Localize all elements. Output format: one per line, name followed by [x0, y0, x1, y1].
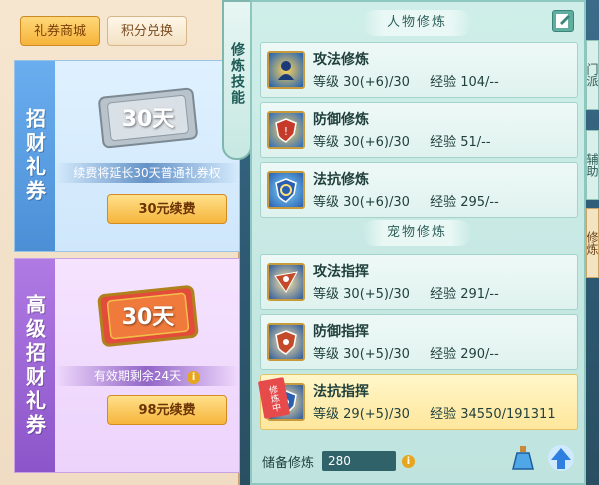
exp-label: 经验 — [430, 407, 457, 422]
skill-row-pet-attack[interactable]: 攻法指挥 等级 30(+5)/30 经验 291/-- — [260, 254, 578, 310]
reserve-info-icon[interactable]: i — [402, 454, 416, 468]
skill-stats: 等级 30(+6)/30 经验 104/-- — [313, 71, 499, 90]
level-value: 30(+5)/30 — [343, 347, 410, 362]
premium-coupon-card: 高级招财礼券 30天 有效期剩余24天 i 98元续费 — [14, 258, 240, 473]
premium-ticket-label: 30天 — [121, 305, 175, 330]
premium-card-note: 有效期剩余24天 i — [55, 366, 239, 386]
level-value: 29(+5)/30 — [343, 407, 410, 422]
gold-ticket-icon: 30天 — [93, 281, 203, 351]
exp-label: 经验 — [430, 135, 457, 150]
basic-coupon-card: 招财礼券 30天 续费将延长30天普通礼券权 30元续费 — [14, 60, 240, 252]
basic-ticket-label: 30天 — [121, 107, 175, 132]
skill-stats: 等级 30(+5)/30 经验 291/-- — [313, 283, 499, 302]
exp-value: 290/-- — [460, 347, 499, 362]
skill-name: 攻法修炼 — [313, 52, 369, 68]
skill-row-pet-resist[interactable]: 修炼中 法抗指挥 等级 29(+5)/30 经验 34550/191311 — [257, 374, 578, 430]
potion-icon[interactable] — [508, 443, 538, 473]
skill-name: 法抗指挥 — [313, 384, 369, 400]
skill-row-attack-magic[interactable]: 攻法修炼 等级 30(+6)/30 经验 104/-- — [260, 42, 578, 98]
cultivation-panel: 人物修炼 攻法修炼 等级 30(+6)/30 经验 104/-- ! 防御修炼 … — [250, 0, 586, 485]
renew-30-button[interactable]: 30元续费 — [107, 194, 227, 224]
exp-value: 34550/191311 — [460, 407, 556, 422]
exp-label: 经验 — [430, 347, 457, 362]
level-label: 等级 — [313, 347, 340, 362]
pet-defense-icon — [267, 323, 305, 361]
basic-card-title: 招财礼券 — [22, 108, 47, 204]
upgrade-arrow-icon[interactable] — [546, 443, 576, 473]
premium-expiry-text: 有效期剩余24天 — [93, 369, 182, 383]
tab-points-exchange[interactable]: 积分兑换 — [107, 16, 187, 46]
renew-98-button[interactable]: 98元续费 — [107, 395, 227, 425]
basic-card-note: 续费将延长30天普通礼券权 — [55, 163, 239, 183]
edge-tab-sect[interactable]: 门派 — [586, 40, 599, 110]
attack-magic-icon — [267, 51, 305, 89]
level-label: 等级 — [313, 135, 340, 150]
edge-tab-assist[interactable]: 辅助 — [586, 130, 599, 200]
exp-label: 经验 — [430, 195, 457, 210]
premium-card-title: 高级招财礼券 — [22, 293, 47, 438]
silver-ticket-icon: 30天 — [93, 83, 203, 153]
pet-attack-icon — [267, 263, 305, 301]
basic-card-side: 招财礼券 — [15, 61, 55, 251]
skill-stats: 等级 29(+5)/30 经验 34550/191311 — [313, 403, 556, 422]
level-label: 等级 — [313, 287, 340, 302]
exp-value: 51/-- — [460, 135, 491, 150]
level-label: 等级 — [313, 75, 340, 90]
svg-text:!: ! — [284, 125, 288, 138]
skill-stats: 等级 30(+5)/30 经验 290/-- — [313, 343, 499, 362]
defense-icon: ! — [267, 111, 305, 149]
level-label: 等级 — [313, 195, 340, 210]
shop-panel: 礼券商城 积分兑换 招财礼券 30天 续费将延长30天普通礼券权 30元续费 高… — [0, 0, 240, 485]
skill-row-magic-resist[interactable]: 法抗修炼 等级 30(+6)/30 经验 295/-- — [260, 162, 578, 218]
reserve-label: 储备修炼 — [262, 455, 315, 471]
edge-tab-cultivate[interactable]: 修炼 — [586, 208, 599, 278]
skill-row-defense[interactable]: ! 防御修炼 等级 30(+6)/30 经验 51/-- — [260, 102, 578, 158]
info-icon[interactable]: i — [187, 371, 201, 384]
level-value: 30(+6)/30 — [343, 75, 410, 90]
exp-label: 经验 — [430, 287, 457, 302]
exp-value: 295/-- — [460, 195, 499, 210]
tab-coupon-shop[interactable]: 礼券商城 — [20, 16, 100, 46]
pet-section-title: 宠物修炼 — [362, 220, 472, 246]
skill-tab-label: 修炼技能 — [229, 42, 245, 106]
skill-name: 防御指挥 — [313, 324, 369, 340]
skill-name: 法抗修炼 — [313, 172, 369, 188]
cultivation-skill-tab[interactable]: 修炼技能 — [222, 0, 252, 160]
reserve-value-field: 280 — [322, 451, 397, 471]
level-label: 等级 — [313, 407, 340, 422]
exp-value: 104/-- — [460, 75, 499, 90]
edit-icon[interactable] — [552, 10, 574, 32]
character-section-title: 人物修炼 — [362, 10, 472, 36]
level-value: 30(+6)/30 — [343, 135, 410, 150]
premium-card-side: 高级招财礼券 — [15, 259, 55, 472]
magic-resist-icon — [267, 171, 305, 209]
skill-row-pet-defense[interactable]: 防御指挥 等级 30(+5)/30 经验 290/-- — [260, 314, 578, 370]
level-value: 30(+6)/30 — [343, 195, 410, 210]
exp-value: 291/-- — [460, 287, 499, 302]
level-value: 30(+5)/30 — [343, 287, 410, 302]
skill-name: 攻法指挥 — [313, 264, 369, 280]
exp-label: 经验 — [430, 75, 457, 90]
skill-stats: 等级 30(+6)/30 经验 295/-- — [313, 191, 499, 210]
reserve-cultivation: 储备修炼 280 i — [262, 451, 416, 471]
skill-stats: 等级 30(+6)/30 经验 51/-- — [313, 131, 491, 150]
skill-name: 防御修炼 — [313, 112, 369, 128]
